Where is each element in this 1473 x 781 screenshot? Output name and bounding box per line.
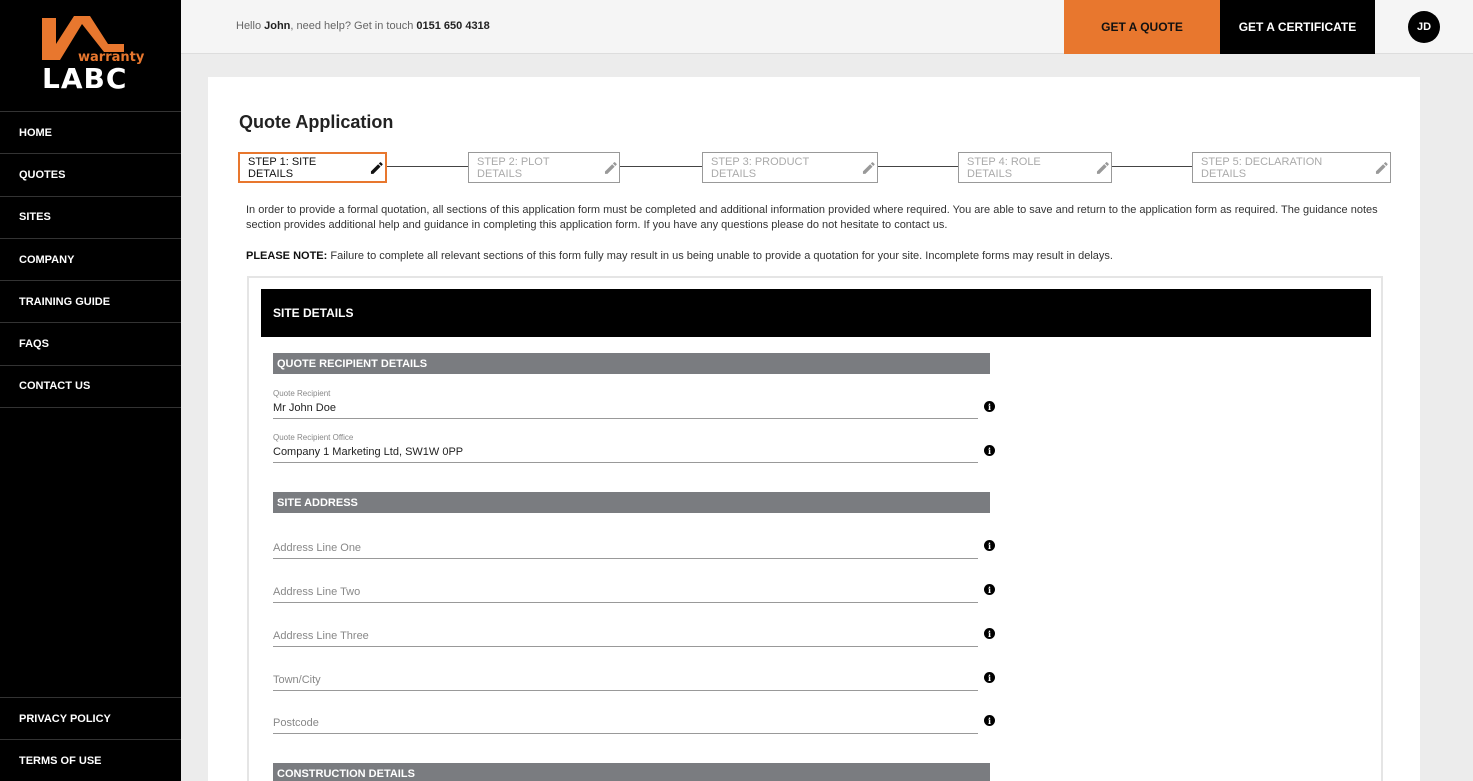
help-text: Hello John, need help? Get in touch 0151… (236, 20, 490, 32)
info-icon[interactable]: i (984, 584, 995, 595)
intro-text: In order to provide a formal quotation, … (246, 204, 1378, 231)
quote-recipient-office-field[interactable]: Quote Recipient Office Company 1 Marketi… (273, 433, 978, 463)
step-1-site-details[interactable]: STEP 1: SITE DETAILS (238, 152, 387, 183)
footer-nav: PRIVACY POLICY TERMS OF USE (0, 697, 181, 781)
address-line-one-input[interactable]: Address Line One (273, 529, 978, 559)
pencil-icon (1097, 161, 1110, 174)
site-address-subhead: SITE ADDRESS (273, 492, 990, 513)
page-title: Quote Application (239, 112, 394, 132)
labc-warranty-logo[interactable]: warranty LABC (40, 16, 144, 95)
info-icon[interactable]: i (984, 628, 995, 639)
nav-item-terms-of-use[interactable]: TERMS OF USE (0, 740, 181, 781)
info-icon[interactable]: i (984, 540, 995, 551)
town-city-input[interactable]: Town/City (273, 661, 978, 691)
user-name: John (264, 20, 291, 32)
nav-item-faqs[interactable]: FAQS (0, 323, 181, 366)
field-label: Quote Recipient (273, 389, 331, 398)
info-icon[interactable]: i (984, 672, 995, 683)
step-label: STEP 2: PLOT DETAILS (477, 155, 550, 180)
quote-recipient-field[interactable]: Quote Recipient Mr John Doe (273, 389, 978, 419)
get-a-quote-button[interactable]: GET A QUOTE (1064, 0, 1220, 54)
nav-item-quotes[interactable]: QUOTES (0, 154, 181, 197)
quote-recipient-subhead: QUOTE RECIPIENT DETAILS (273, 353, 990, 374)
step-5-declaration-details[interactable]: STEP 5: DECLARATION DETAILS (1192, 152, 1391, 183)
step-4-role-details[interactable]: STEP 4: ROLE DETAILS (958, 152, 1112, 183)
construction-details-subhead: CONSTRUCTION DETAILS (273, 763, 990, 781)
pencil-icon (1376, 161, 1389, 174)
step-label: STEP 4: ROLE DETAILS (967, 155, 1041, 180)
step-2-plot-details[interactable]: STEP 2: PLOT DETAILS (468, 152, 620, 183)
info-icon[interactable]: i (984, 445, 995, 456)
nav-item-privacy-policy[interactable]: PRIVACY POLICY (0, 698, 181, 740)
note-text: Failure to complete all relevant section… (327, 250, 1113, 262)
address-line-two-input[interactable]: Address Line Two (273, 573, 978, 603)
field-placeholder: Address Line Three (273, 630, 369, 642)
info-icon[interactable]: i (984, 715, 995, 726)
site-details-form: SITE DETAILS QUOTE RECIPIENT DETAILS Quo… (247, 276, 1383, 781)
pencil-icon (605, 161, 618, 174)
hello-suffix: , need help? Get in touch (290, 20, 417, 32)
step-label: STEP 1: SITE DETAILS (248, 155, 317, 180)
field-value: Mr John Doe (273, 402, 336, 414)
nav-item-sites[interactable]: SITES (0, 197, 181, 239)
nav-item-contact-us[interactable]: CONTACT US (0, 366, 181, 409)
main-card: Quote Application STEP 1: SITE DETAILS S… (208, 77, 1420, 781)
step-label: STEP 3: PRODUCT DETAILS (711, 155, 810, 180)
help-phone[interactable]: 0151 650 4318 (416, 20, 489, 32)
address-line-three-input[interactable]: Address Line Three (273, 617, 978, 647)
field-placeholder: Address Line Two (273, 586, 361, 598)
user-avatar[interactable]: JD (1408, 11, 1440, 43)
nav-item-home[interactable]: HOME (0, 112, 181, 155)
step-3-product-details[interactable]: STEP 3: PRODUCT DETAILS (702, 152, 878, 183)
field-placeholder: Postcode (273, 717, 319, 729)
note-label: PLEASE NOTE: (246, 250, 328, 262)
main-nav: HOME QUOTES SITES COMPANY TRAINING GUIDE… (0, 111, 181, 409)
nav-item-company[interactable]: COMPANY (0, 239, 181, 282)
hello-prefix: Hello (236, 20, 265, 32)
field-value: Company 1 Marketing Ltd, SW1W 0PP (273, 446, 464, 458)
postcode-input[interactable]: Postcode (273, 704, 978, 734)
section-title: SITE DETAILS (261, 289, 1371, 337)
sidebar: warranty LABC HOME QUOTES SITES COMPANY … (0, 0, 181, 781)
nav-item-training-guide[interactable]: TRAINING GUIDE (0, 281, 181, 324)
logo-labc-text: LABC (42, 62, 128, 95)
field-label: Quote Recipient Office (273, 433, 354, 442)
get-a-certificate-button[interactable]: GET A CERTIFICATE (1220, 0, 1375, 54)
pencil-icon (371, 161, 384, 174)
top-bar: Hello John, need help? Get in touch 0151… (181, 0, 1473, 54)
info-icon[interactable]: i (984, 401, 995, 412)
please-note: PLEASE NOTE: Failure to complete all rel… (246, 250, 1113, 262)
field-placeholder: Town/City (273, 674, 321, 686)
field-placeholder: Address Line One (273, 542, 362, 554)
pencil-icon (863, 161, 876, 174)
step-label: STEP 5: DECLARATION DETAILS (1201, 155, 1323, 180)
